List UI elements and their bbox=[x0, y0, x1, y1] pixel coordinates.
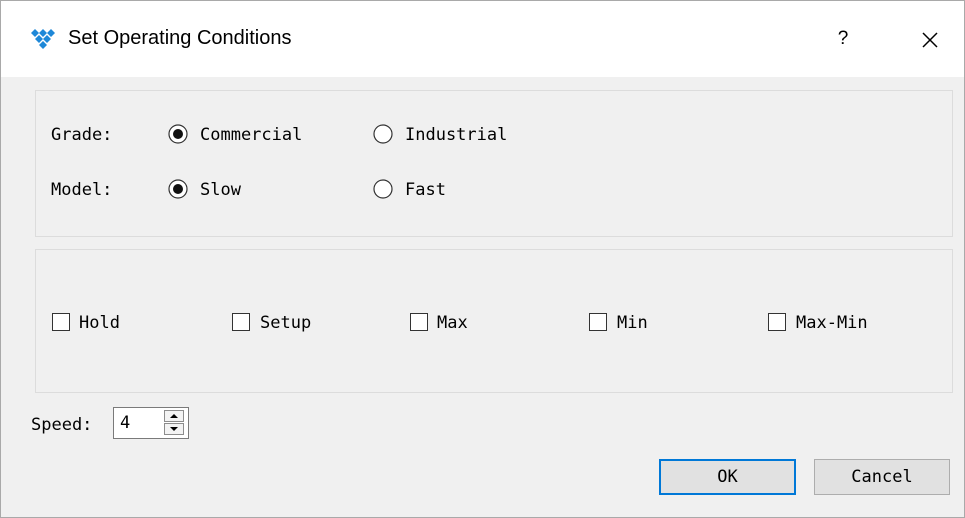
checkbox-setup[interactable] bbox=[232, 313, 250, 331]
help-button[interactable]: ? bbox=[823, 21, 863, 57]
radio-slow[interactable] bbox=[168, 179, 188, 199]
close-button[interactable] bbox=[907, 21, 953, 57]
spin-up-button[interactable] bbox=[164, 410, 184, 422]
radio-commercial-label[interactable]: Commercial bbox=[200, 125, 302, 145]
analysis-options-group: Hold Setup Max Min Max-Min bbox=[35, 249, 953, 393]
speed-spin-buttons bbox=[164, 410, 186, 436]
checkbox-max-min[interactable] bbox=[768, 313, 786, 331]
speed-label: Speed: bbox=[31, 415, 93, 435]
checkbox-max-label[interactable]: Max bbox=[437, 313, 468, 333]
checkbox-min[interactable] bbox=[589, 313, 607, 331]
close-icon bbox=[922, 31, 938, 48]
radio-slow-label[interactable]: Slow bbox=[200, 180, 241, 200]
radio-fast-label[interactable]: Fast bbox=[405, 180, 446, 200]
radio-industrial-label[interactable]: Industrial bbox=[405, 125, 507, 145]
checkbox-hold-label[interactable]: Hold bbox=[79, 313, 120, 333]
checkbox-max[interactable] bbox=[410, 313, 428, 331]
checkbox-hold[interactable] bbox=[52, 313, 70, 331]
ok-button[interactable]: OK bbox=[659, 459, 796, 495]
speed-value[interactable]: 4 bbox=[120, 413, 130, 433]
model-label: Model: bbox=[51, 180, 113, 200]
arrow-up-icon bbox=[170, 414, 178, 418]
cancel-button[interactable]: Cancel bbox=[814, 459, 950, 495]
set-operating-conditions-dialog: Set Operating Conditions ? Grade: Commer… bbox=[0, 0, 965, 518]
checkbox-setup-label[interactable]: Setup bbox=[260, 313, 311, 333]
app-logo-icon bbox=[31, 29, 55, 49]
radio-industrial[interactable] bbox=[373, 124, 393, 144]
speed-spinbox[interactable]: 4 bbox=[113, 407, 189, 439]
checkbox-max-min-label[interactable]: Max-Min bbox=[796, 313, 868, 333]
checkbox-min-label[interactable]: Min bbox=[617, 313, 648, 333]
title-bar: Set Operating Conditions ? bbox=[1, 1, 964, 77]
arrow-down-icon bbox=[170, 427, 178, 431]
grade-label: Grade: bbox=[51, 125, 113, 145]
window-title: Set Operating Conditions bbox=[68, 27, 292, 49]
radio-commercial[interactable] bbox=[168, 124, 188, 144]
spin-down-button[interactable] bbox=[164, 423, 184, 435]
grade-model-group: Grade: Commercial Industrial Model: Slow… bbox=[35, 90, 953, 237]
radio-fast[interactable] bbox=[373, 179, 393, 199]
